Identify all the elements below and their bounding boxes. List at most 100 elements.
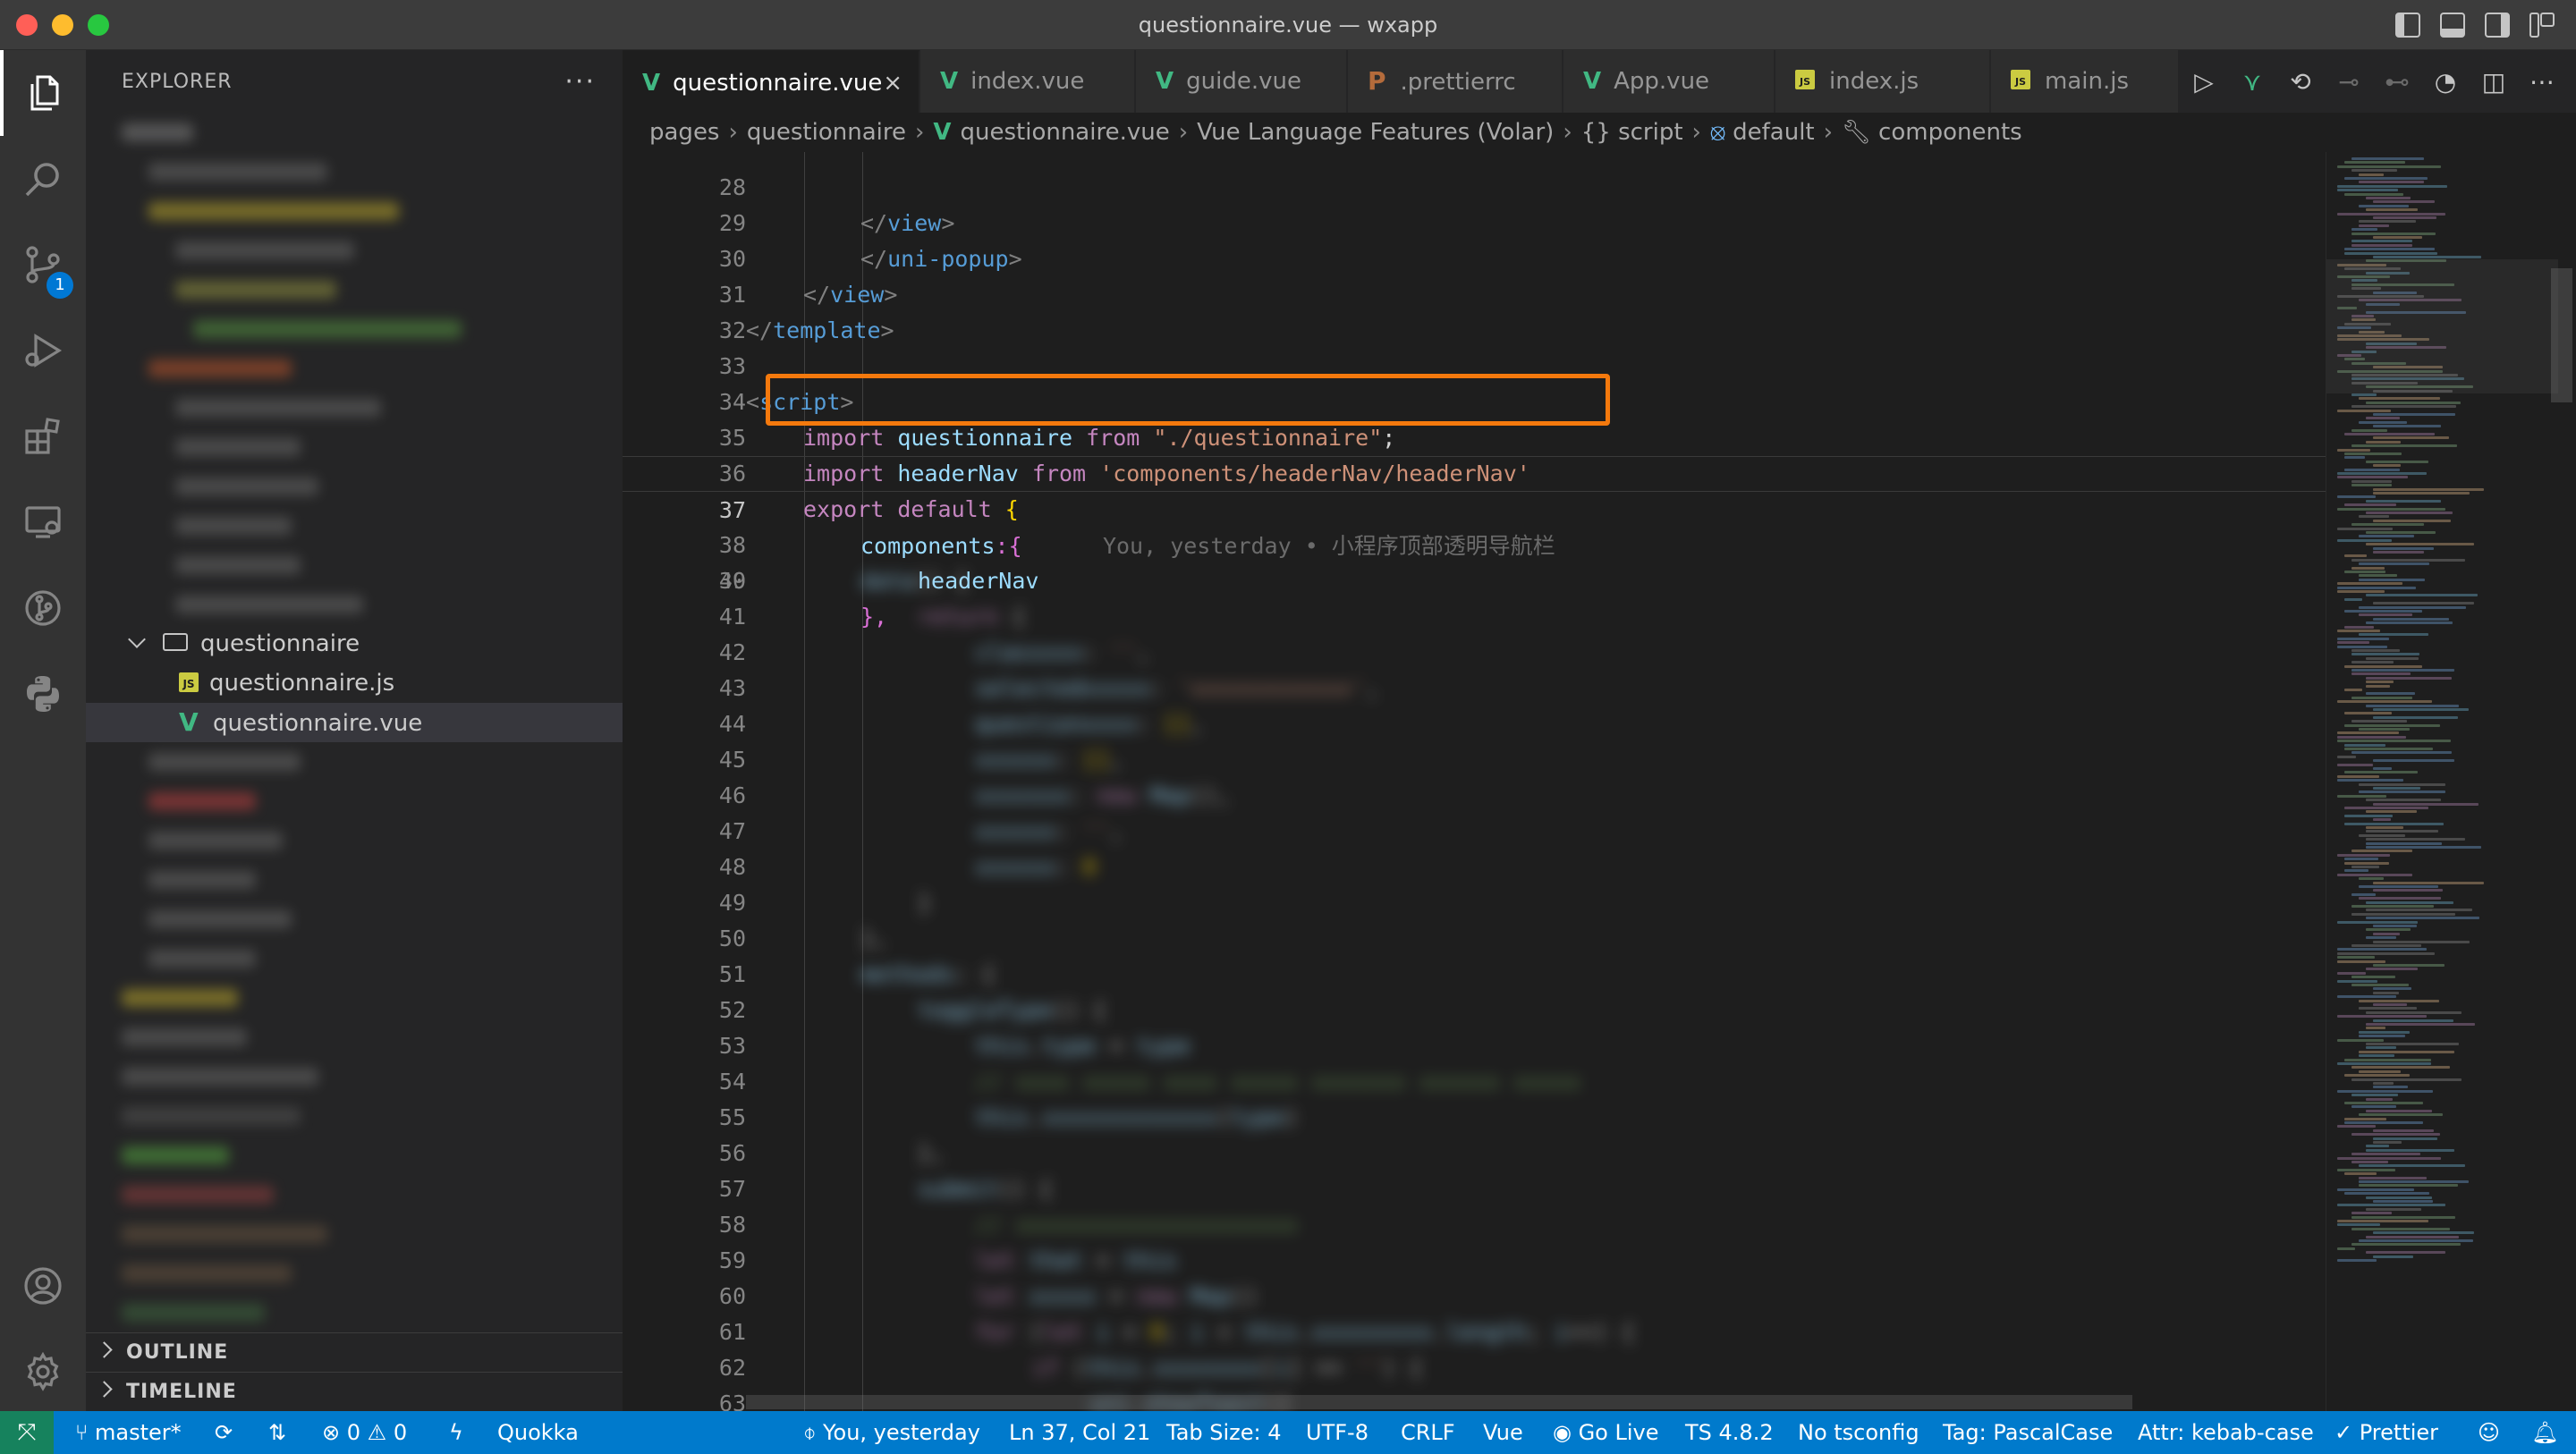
tree-row-blurred[interactable] (86, 860, 623, 900)
tree-row-blurred[interactable] (86, 1175, 623, 1214)
publish-icon[interactable]: ⇅ (268, 1411, 286, 1454)
quokka-icon[interactable]: ϟ (449, 1411, 463, 1454)
more-actions-icon[interactable]: ⋯ (2529, 67, 2555, 97)
run-icon[interactable]: ▷ (2191, 67, 2216, 97)
tree-row-blurred[interactable] (86, 191, 623, 231)
breadcrumb-item[interactable]: components (1878, 119, 2022, 146)
breadcrumb-item[interactable]: Vue Language Features (Volar) (1197, 119, 1554, 146)
settings-gear-icon[interactable] (0, 1329, 86, 1415)
remote-explorer-icon[interactable] (0, 479, 86, 565)
language-mode[interactable]: Vue (1483, 1411, 1523, 1454)
minimap-line (2366, 531, 2436, 534)
feedback-icon[interactable]: ☺ (2478, 1411, 2500, 1454)
tree-row-blurred[interactable] (86, 585, 623, 624)
tab-index-js[interactable]: JS index.js (1775, 50, 1990, 113)
end-of-line[interactable]: CRLF (1401, 1411, 1455, 1454)
breadcrumb-item[interactable]: {} script (1581, 119, 1683, 146)
tab-main-js[interactable]: JS main.js (1991, 50, 2179, 113)
tree-file-questionnaire-js[interactable]: JS questionnaire.js (86, 664, 623, 703)
prettier-status[interactable]: ✓ Prettier (2334, 1411, 2438, 1454)
quokka-status[interactable]: Quokka (497, 1411, 579, 1454)
tree-row-blurred[interactable] (86, 900, 623, 939)
tree-folder-questionnaire[interactable]: questionnaire (86, 624, 623, 664)
attr-case[interactable]: Attr: kebab-case (2138, 1411, 2314, 1454)
timeline-prev-icon[interactable]: ⊸ (2336, 67, 2361, 97)
problems-indicator[interactable]: ⊗ 0 ⚠ 0 (322, 1411, 407, 1454)
tree-row-blurred[interactable] (86, 270, 623, 309)
tree-row-blurred[interactable] (86, 1214, 623, 1254)
layout-controls (2395, 13, 2555, 38)
breadcrumb-item[interactable]: questionnaire.vue (961, 119, 1170, 146)
vue-devtools-icon[interactable]: ⋎ (2240, 67, 2265, 97)
tree-row-blurred[interactable] (86, 506, 623, 545)
timeline-next-icon[interactable]: ⊷ (2385, 67, 2410, 97)
tab-index-vue[interactable]: Vindex.vue (920, 50, 1135, 113)
go-live-button[interactable]: ◉ Go Live (1553, 1411, 1659, 1454)
tree-row-blurred[interactable] (86, 1254, 623, 1293)
git-lens-icon[interactable]: ◔ (2433, 67, 2458, 97)
outline-section[interactable]: OUTLINE (86, 1332, 623, 1372)
branch-indicator[interactable]: ⑂ master* (75, 1411, 182, 1454)
tab-questionnaire-vue[interactable]: Vquestionnaire.vue × (623, 50, 919, 113)
tree-row-blurred[interactable] (86, 1136, 623, 1175)
remote-indicator-icon[interactable]: ⤧ (0, 1411, 54, 1454)
notifications-icon[interactable]: 🔔︎ (2531, 1411, 2558, 1454)
vertical-scrollbar-thumb[interactable] (2551, 268, 2572, 402)
tree-row-blurred[interactable] (86, 1293, 623, 1332)
sync-icon[interactable]: ⟳ (215, 1411, 233, 1454)
source-control-icon[interactable]: 1 (0, 222, 86, 308)
timeline-section[interactable]: TIMELINE (86, 1372, 623, 1411)
tree-row-blurred[interactable] (86, 545, 623, 585)
tree-row-blurred[interactable] (86, 309, 623, 349)
tree-row-blurred[interactable] (86, 349, 623, 388)
customize-layout-icon[interactable] (2529, 13, 2555, 38)
tree-row-blurred[interactable] (86, 1018, 623, 1057)
tag-case[interactable]: Tag: PascalCase (1943, 1411, 2113, 1454)
tab-size[interactable]: Tab Size: 4 (1166, 1411, 1282, 1454)
account-icon[interactable] (0, 1243, 86, 1329)
extensions-icon[interactable] (0, 393, 86, 479)
search-icon[interactable] (0, 136, 86, 222)
tree-row-blurred[interactable] (86, 742, 623, 782)
tree-row-blurred[interactable] (86, 427, 623, 467)
cursor-position[interactable]: Ln 37, Col 21 (1009, 1411, 1150, 1454)
tsconfig-status[interactable]: No tsconfig (1798, 1411, 1919, 1454)
minimap[interactable] (2326, 152, 2559, 1411)
tab-app-vue[interactable]: V App.vue (1563, 50, 1775, 113)
tree-row-blurred[interactable] (86, 231, 623, 270)
toggle-secondary-sidebar-icon[interactable] (2485, 13, 2510, 38)
toggle-panel-icon[interactable] (2440, 13, 2465, 38)
code-editor[interactable]: 28 </view> 29 </uni-popup> 30 </view> 31… (623, 152, 2326, 1411)
split-editor-icon[interactable]: ◫ (2481, 67, 2506, 97)
tree-row-blurred[interactable] (86, 113, 623, 152)
close-icon[interactable]: × (883, 52, 902, 114)
encoding[interactable]: UTF-8 (1306, 1411, 1368, 1454)
git-graph-icon[interactable] (0, 565, 86, 651)
blame-indicator[interactable]: ⌽ You, yesterday (803, 1411, 980, 1454)
minimap-viewport[interactable] (2326, 259, 2559, 393)
tree-row-blurred[interactable] (86, 152, 623, 191)
python-icon[interactable] (0, 651, 86, 737)
tree-row-blurred[interactable] (86, 821, 623, 860)
tree-row-blurred[interactable] (86, 978, 623, 1018)
minimap-line (2351, 669, 2454, 672)
explorer-more-actions-icon[interactable]: ··· (564, 66, 596, 97)
tab-guide-vue[interactable]: Vguide.vue (1136, 50, 1347, 113)
breadcrumb-item[interactable]: default (1733, 119, 1814, 146)
tab-prettierrc[interactable]: P .prettierrc (1348, 50, 1563, 113)
tree-row-blurred[interactable] (86, 388, 623, 427)
horizontal-scrollbar-thumb[interactable] (746, 1395, 2132, 1409)
tree-row-blurred[interactable] (86, 782, 623, 821)
run-debug-icon[interactable] (0, 308, 86, 393)
tree-row-blurred[interactable] (86, 1057, 623, 1096)
go-back-icon[interactable]: ⟲ (2288, 67, 2313, 97)
explorer-icon[interactable] (0, 50, 86, 136)
tree-file-questionnaire-vue[interactable]: Vquestionnaire.vue (86, 703, 623, 742)
toggle-primary-sidebar-icon[interactable] (2395, 13, 2420, 38)
breadcrumb-item[interactable]: questionnaire (747, 119, 906, 146)
tree-row-blurred[interactable] (86, 1096, 623, 1136)
ts-version[interactable]: TS 4.8.2 (1685, 1411, 1774, 1454)
tree-row-blurred[interactable] (86, 939, 623, 978)
tree-row-blurred[interactable] (86, 467, 623, 506)
breadcrumb-item[interactable]: pages (649, 119, 719, 146)
